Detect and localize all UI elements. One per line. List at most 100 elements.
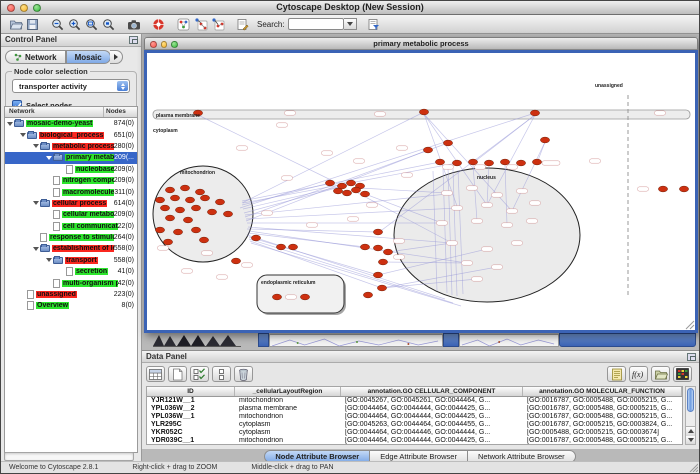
tree-row[interactable]: cell communicat22(0) — [5, 221, 137, 232]
snapshot-icon[interactable] — [125, 16, 142, 32]
unselect-attributes-icon[interactable] — [212, 366, 231, 382]
graph-node[interactable] — [346, 180, 355, 186]
tree-row[interactable]: unassigned223(0) — [5, 289, 137, 300]
graph-node[interactable] — [215, 199, 224, 205]
tree-row[interactable]: transport558(0) — [5, 255, 137, 266]
graph-node[interactable] — [185, 197, 194, 203]
zoom-fit-icon[interactable] — [83, 16, 100, 32]
graph-node[interactable] — [452, 160, 461, 166]
table-scrollbar[interactable] — [685, 386, 696, 445]
minimize-window-icon[interactable] — [20, 4, 28, 12]
graph-node[interactable] — [288, 244, 297, 250]
minimize-view-icon[interactable] — [161, 41, 168, 48]
tree-col-network[interactable]: Network — [5, 107, 104, 117]
zoom-window-icon[interactable] — [33, 4, 41, 12]
zoom-out-icon[interactable] — [49, 16, 66, 32]
graph-node[interactable] — [383, 249, 392, 255]
layout-b-icon[interactable] — [209, 16, 226, 32]
graph-node[interactable] — [500, 159, 509, 165]
new-attribute-icon[interactable] — [168, 366, 187, 382]
zoom-in-icon[interactable] — [66, 16, 83, 32]
column-header[interactable]: _cellularLayoutRegion — [235, 387, 341, 396]
graph-node[interactable] — [163, 239, 172, 245]
scroll-down-icon[interactable] — [686, 436, 695, 445]
tab-network[interactable]: Network — [5, 50, 66, 64]
expand-triangle-icon[interactable] — [7, 122, 13, 126]
graph-node[interactable] — [195, 189, 204, 195]
graph-node[interactable] — [540, 137, 549, 143]
graph-node[interactable] — [155, 227, 164, 233]
graph-node[interactable] — [378, 259, 387, 265]
graph-node[interactable] — [272, 294, 281, 300]
scrollbar-thumb[interactable] — [687, 388, 694, 412]
network-canvas[interactable]: plasma membranecytoplasmmitochondrionnuc… — [144, 50, 698, 333]
formula-icon[interactable]: f(x) — [629, 366, 648, 382]
table-row[interactable]: YJR121W__1mitochondrion[GO:0045267, GO:0… — [147, 397, 682, 405]
graph-node[interactable] — [276, 244, 285, 250]
graph-node[interactable] — [484, 160, 493, 166]
graph-node[interactable] — [373, 229, 382, 235]
graph-node[interactable] — [333, 188, 342, 194]
graph-node[interactable] — [180, 185, 189, 191]
canvas-resize-grip-icon[interactable] — [690, 325, 694, 329]
table-row[interactable]: YKR052Ccytoplasm[GO:0044464, GO:0044446,… — [147, 429, 682, 437]
network-window-titlebar[interactable]: primary metabolic process — [144, 37, 698, 50]
graph-node[interactable] — [530, 110, 539, 116]
graph-node[interactable] — [351, 187, 360, 193]
tree-row[interactable]: cellular process614(0) — [5, 198, 137, 209]
graph-node[interactable] — [191, 227, 200, 233]
column-header[interactable]: ID — [147, 387, 235, 396]
tree-row[interactable]: mosaic-demo-yeast874(0) — [5, 118, 137, 129]
expand-triangle-icon[interactable] — [46, 156, 52, 160]
graph-node[interactable] — [373, 245, 382, 251]
canvas-resize-grip-icon[interactable] — [686, 321, 694, 329]
tree-row[interactable]: biological_process651(0) — [5, 129, 137, 140]
graph-node[interactable] — [173, 229, 182, 235]
search-dropdown-icon[interactable] — [344, 18, 357, 30]
tree-row[interactable]: establishment of lo558(0) — [5, 243, 137, 254]
tree-row[interactable]: nitrogen compo209(0) — [5, 175, 137, 186]
matrix-icon[interactable] — [673, 366, 692, 382]
graph-node[interactable] — [360, 244, 369, 250]
graph-node[interactable] — [251, 235, 260, 241]
graph-node[interactable] — [360, 191, 369, 197]
attribute-list-icon[interactable] — [607, 366, 626, 382]
open-session-icon[interactable] — [7, 16, 24, 32]
graph-node[interactable] — [363, 292, 372, 298]
graph-node[interactable] — [175, 207, 184, 213]
graph-node[interactable] — [231, 258, 240, 264]
expand-triangle-icon[interactable] — [20, 133, 26, 137]
search-options-icon[interactable] — [365, 16, 382, 32]
network-graph[interactable]: plasma membranecytoplasmmitochondrionnuc… — [147, 53, 695, 330]
graph-node[interactable] — [325, 180, 334, 186]
tree-col-nodes[interactable]: Nodes — [104, 107, 137, 117]
tree-row[interactable]: Overview8(0) — [5, 300, 137, 311]
tree-row[interactable]: primary metabo209(... — [5, 152, 137, 163]
graph-node[interactable] — [516, 160, 525, 166]
graph-node[interactable] — [207, 209, 216, 215]
tree-row[interactable]: response to stimulu264(0) — [5, 232, 137, 243]
select-attributes-icon[interactable] — [190, 366, 209, 382]
graph-node[interactable] — [170, 195, 179, 201]
tab-mosaic[interactable]: Mosaic — [66, 50, 111, 64]
tree-row[interactable]: secretion41(0) — [5, 266, 137, 277]
delete-attribute-icon[interactable] — [234, 366, 253, 382]
resize-grip-icon[interactable] — [689, 463, 698, 472]
save-session-icon[interactable] — [24, 16, 41, 32]
graph-node[interactable] — [468, 159, 477, 165]
graph-node[interactable] — [300, 294, 309, 300]
table-row[interactable]: YLR295Ccytoplasm[GO:0045263, GO:0044464,… — [147, 421, 682, 429]
graph-node[interactable] — [165, 187, 174, 193]
tree-row[interactable]: metabolic process280(0) — [5, 141, 137, 152]
region-nucleus[interactable] — [394, 168, 580, 302]
tree-row[interactable]: nucleobase-209(0) — [5, 164, 137, 175]
graph-node[interactable] — [658, 186, 667, 192]
annotation-icon[interactable] — [234, 16, 251, 32]
graph-node[interactable] — [423, 147, 432, 153]
float-panel-icon[interactable] — [129, 36, 138, 44]
graphics-details-icon[interactable] — [175, 16, 192, 32]
table-row[interactable]: YPL036W__2plasma membrane[GO:0044464, GO… — [147, 405, 682, 413]
graph-node[interactable] — [532, 159, 541, 165]
tree-row[interactable]: macromolecule311(0) — [5, 186, 137, 197]
close-window-icon[interactable] — [7, 4, 15, 12]
